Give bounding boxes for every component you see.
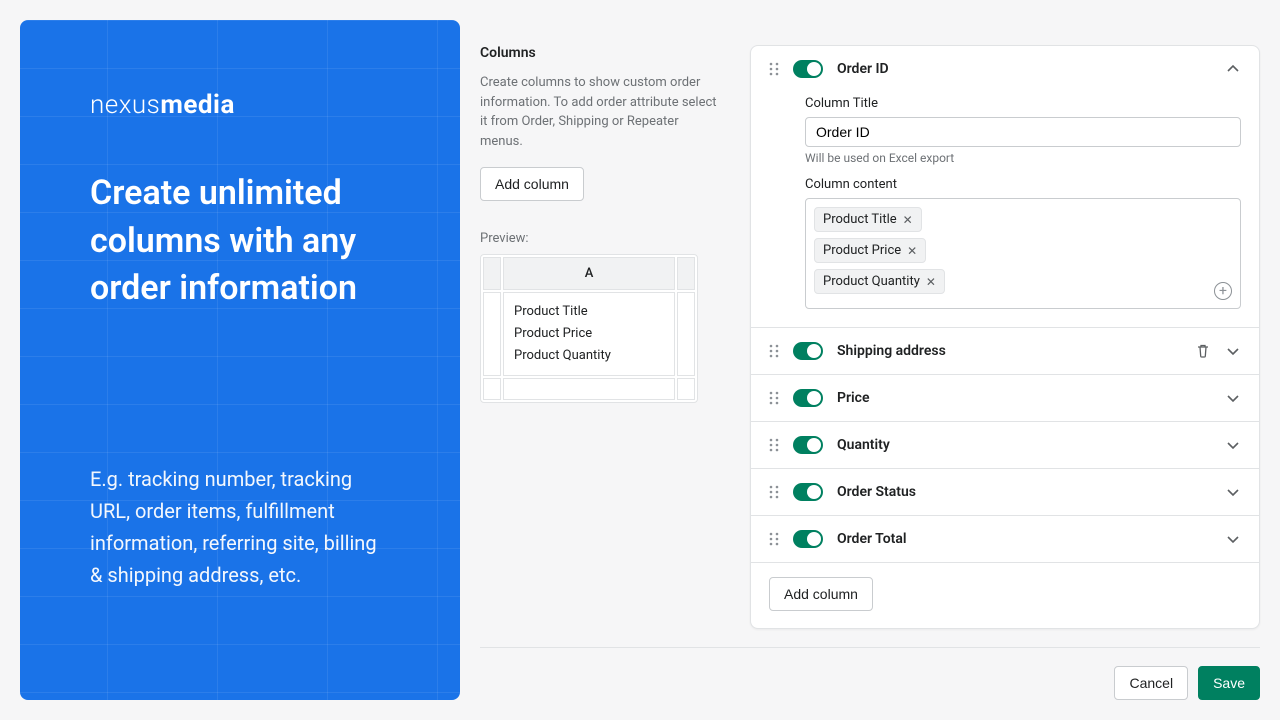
add-content-icon[interactable]: + (1214, 282, 1232, 300)
add-column-button-bottom[interactable]: Add column (769, 577, 873, 611)
save-button[interactable]: Save (1198, 666, 1260, 700)
drag-handle-icon[interactable] (769, 532, 779, 546)
enable-toggle[interactable] (793, 389, 823, 407)
remove-tag-icon[interactable]: ✕ (903, 213, 913, 227)
promo-headline: Create unlimited columns with any order … (90, 170, 390, 313)
column-title-label: Column Title (805, 96, 1241, 111)
column-content-label: Column content (805, 177, 1241, 192)
chevron-down-icon[interactable] (1225, 390, 1241, 406)
column-name: Price (837, 390, 1211, 406)
cancel-button[interactable]: Cancel (1114, 666, 1188, 700)
preview-table: A Product Title Product Price Product Qu… (480, 254, 698, 403)
column-row[interactable]: Order Total (751, 515, 1259, 562)
column-title-input[interactable] (805, 117, 1241, 147)
chevron-up-icon[interactable] (1225, 61, 1241, 77)
trash-icon[interactable] (1195, 343, 1211, 359)
content-tag[interactable]: Product Title✕ (814, 207, 922, 232)
column-title-hint: Will be used on Excel export (805, 151, 1241, 165)
remove-tag-icon[interactable]: ✕ (926, 275, 936, 289)
column-name: Quantity (837, 437, 1211, 453)
preview-col-header: A (503, 257, 675, 290)
columns-panel: Order ID Column Title Will be used on Ex… (750, 45, 1260, 629)
preview-cell: Product Title Product Price Product Quan… (503, 292, 675, 376)
columns-title: Columns (480, 45, 720, 61)
column-row[interactable]: Order Status (751, 468, 1259, 515)
enable-toggle[interactable] (793, 530, 823, 548)
enable-toggle[interactable] (793, 342, 823, 360)
column-name: Order Total (837, 531, 1211, 547)
enable-toggle[interactable] (793, 60, 823, 78)
column-editor: Column Title Will be used on Excel expor… (751, 96, 1259, 327)
content-tag[interactable]: Product Price✕ (814, 238, 926, 263)
drag-handle-icon[interactable] (769, 391, 779, 405)
drag-handle-icon[interactable] (769, 344, 779, 358)
column-name: Order ID (837, 61, 1211, 77)
column-row[interactable]: Order ID (751, 46, 1259, 92)
column-name: Shipping address (837, 343, 1181, 359)
columns-subtitle: Create columns to show custom order info… (480, 73, 720, 151)
remove-tag-icon[interactable]: ✕ (907, 244, 917, 258)
column-name: Order Status (837, 484, 1211, 500)
column-content-box[interactable]: Product Title✕ Product Price✕ Product Qu… (805, 198, 1241, 309)
column-row[interactable]: Shipping address (751, 327, 1259, 374)
column-row[interactable]: Price (751, 374, 1259, 421)
content-tag[interactable]: Product Quantity✕ (814, 269, 945, 294)
promo-card: nexusmedia Create unlimited columns with… (20, 20, 460, 700)
chevron-down-icon[interactable] (1225, 531, 1241, 547)
chevron-down-icon[interactable] (1225, 484, 1241, 500)
chevron-down-icon[interactable] (1225, 343, 1241, 359)
drag-handle-icon[interactable] (769, 62, 779, 76)
preview-label: Preview: (480, 231, 720, 246)
add-column-button-top[interactable]: Add column (480, 167, 584, 201)
page-footer: Cancel Save (480, 647, 1260, 700)
column-row[interactable]: Quantity (751, 421, 1259, 468)
enable-toggle[interactable] (793, 483, 823, 501)
chevron-down-icon[interactable] (1225, 437, 1241, 453)
brand-logo: nexusmedia (90, 90, 390, 120)
enable-toggle[interactable] (793, 436, 823, 454)
drag-handle-icon[interactable] (769, 485, 779, 499)
drag-handle-icon[interactable] (769, 438, 779, 452)
promo-subtext: E.g. tracking number, tracking URL, orde… (90, 463, 390, 591)
